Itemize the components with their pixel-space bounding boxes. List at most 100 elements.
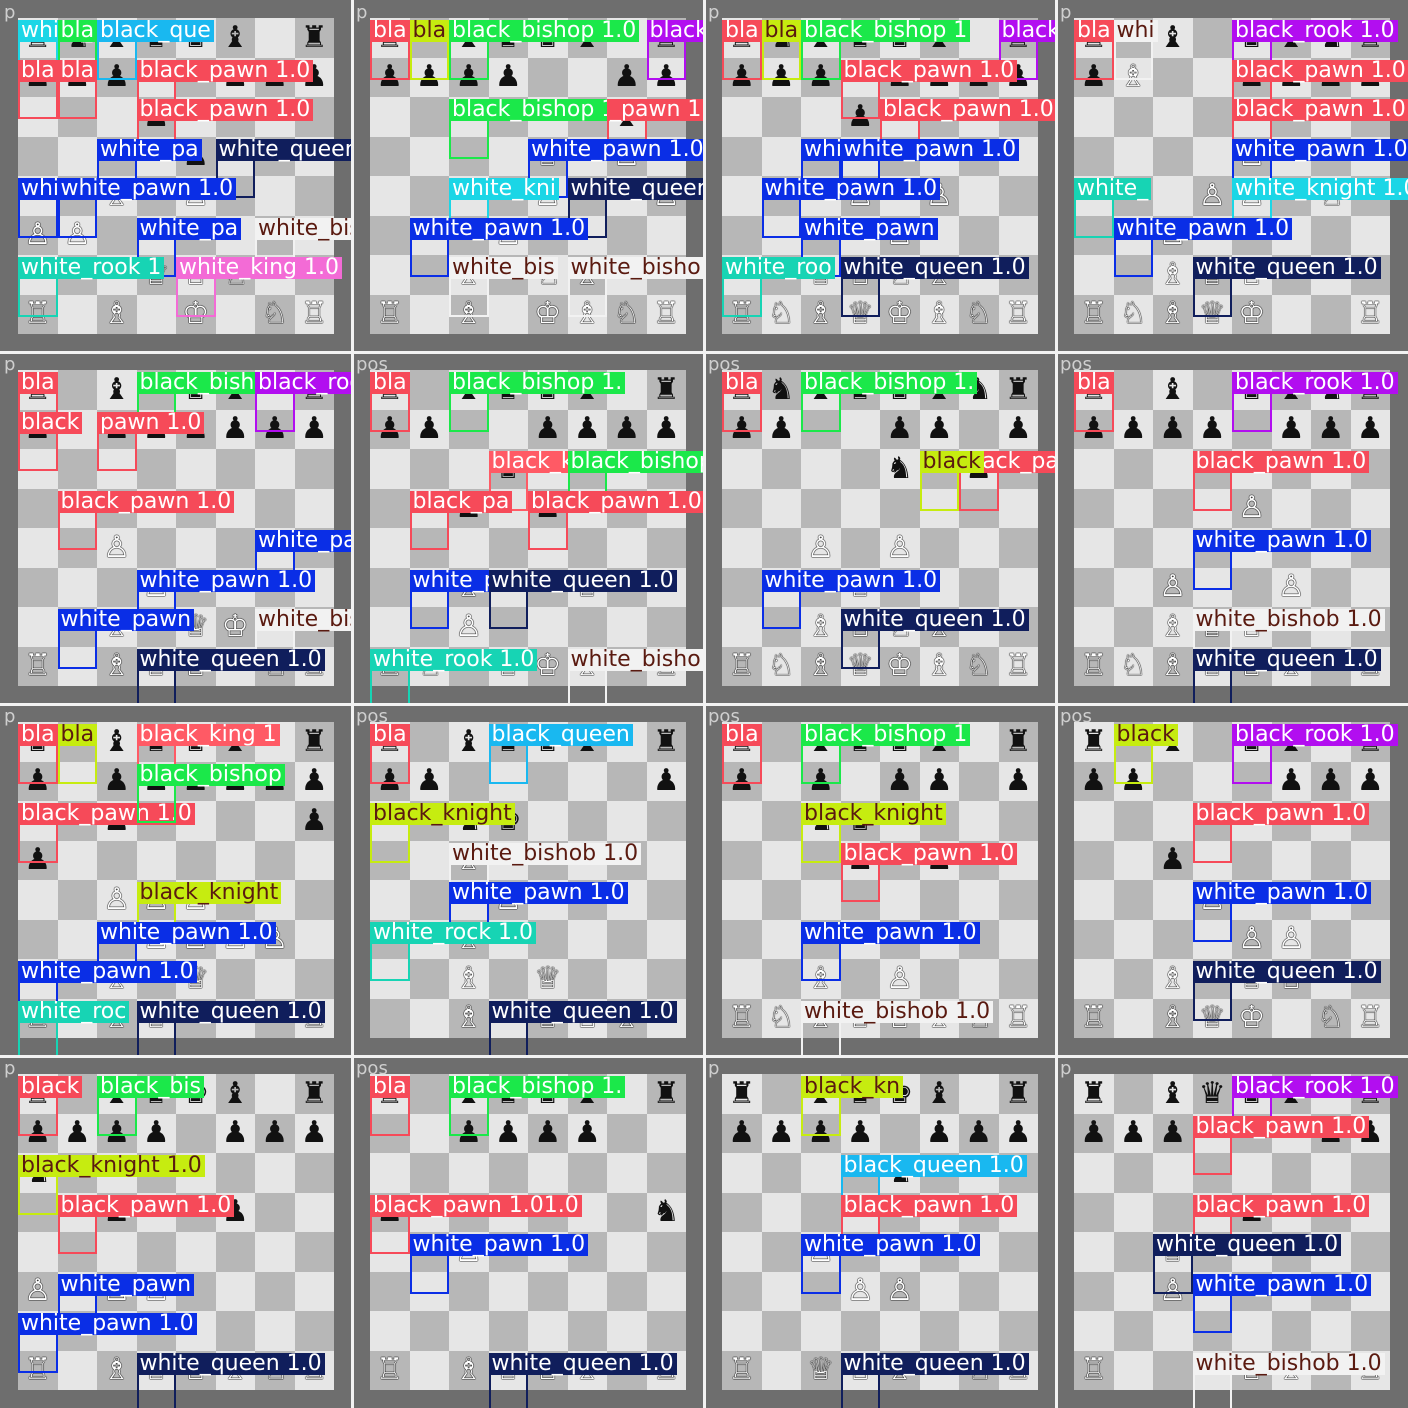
detection-label: black_kn — [801, 1076, 904, 1098]
chess-piece-icon: ♟ — [652, 763, 680, 799]
board-square — [959, 215, 999, 255]
board-square: ♟ — [840, 1113, 880, 1153]
board-square — [761, 722, 801, 762]
board-square — [761, 97, 801, 137]
board-square — [761, 1311, 801, 1351]
detection-box: black_knight 1.0 — [18, 1155, 205, 1215]
detection-label: black_que — [97, 20, 214, 42]
board-square: ♟ — [1350, 761, 1390, 801]
detection-label: black_knight 1.0 — [18, 1155, 205, 1177]
board-square — [567, 528, 607, 568]
detection-box: bla — [57, 59, 98, 119]
board-square: ♟ — [880, 409, 920, 449]
board-square: ♘ — [607, 294, 647, 334]
board-square: ♗ — [801, 294, 841, 334]
chess-piece-icon: ♟ — [494, 59, 522, 95]
board-square — [294, 840, 334, 880]
board-square: ♟ — [294, 1113, 334, 1153]
position-label: p — [708, 1058, 720, 1079]
detection-label: bla — [57, 20, 98, 42]
chess-piece-icon: ♟ — [1080, 763, 1108, 799]
board-square — [722, 801, 762, 841]
board-square: ♘ — [255, 294, 295, 334]
board-square — [1074, 449, 1114, 489]
board-square — [1153, 761, 1193, 801]
detection-label: white_roo — [722, 257, 835, 279]
chess-piece-icon: ♟ — [1004, 763, 1032, 799]
board-square — [567, 919, 607, 959]
board-square — [919, 528, 959, 568]
board-square — [409, 1113, 449, 1153]
position-label: p — [708, 2, 720, 23]
board-square: ♘ — [761, 998, 801, 1038]
board-square — [294, 449, 334, 489]
board-square — [840, 409, 880, 449]
board-square: ♔ — [528, 294, 568, 334]
board-square — [567, 1153, 607, 1193]
detection-box: white_king 1.0 — [176, 257, 342, 317]
detection-label: white_knight 1.0 — [1232, 178, 1408, 200]
chess-piece-icon: ♞ — [886, 450, 914, 486]
detection-label: black_pawn 1.0 — [840, 1194, 1018, 1217]
board-square: ♖ — [1350, 998, 1390, 1038]
board-square: ♗ — [449, 1350, 489, 1390]
chess-piece-icon: ♟ — [300, 763, 328, 799]
board-square — [607, 801, 647, 841]
detection-label: _pawn 1.0 — [607, 99, 704, 121]
board-square: ♘ — [761, 646, 801, 686]
chess-piece-icon: ♗ — [1159, 1000, 1187, 1036]
board-square — [409, 959, 449, 999]
detection-label: white_queen 1.0 — [1192, 257, 1381, 279]
position-label: p — [4, 706, 16, 727]
detection-label: black_rook 1.0 — [1232, 724, 1398, 746]
board-square — [1192, 761, 1232, 801]
board-square — [215, 801, 255, 841]
board-square — [1074, 136, 1114, 176]
board-square — [959, 1074, 999, 1114]
board-square — [409, 449, 449, 489]
detection-label: black_pawn 1.0 — [840, 59, 1018, 82]
detection-box: white_queen 1.0 — [488, 569, 677, 629]
board-square — [409, 294, 449, 334]
board-square — [255, 176, 295, 216]
chess-piece-icon: ♗ — [1159, 296, 1187, 332]
board-square: ♗ — [1153, 255, 1193, 295]
position-label: p — [4, 2, 16, 23]
chess-piece-icon: ♘ — [965, 648, 993, 684]
chess-piece-icon: ♜ — [1080, 1075, 1108, 1111]
chess-piece-icon: ♙ — [886, 960, 914, 996]
detection-box: white_queen 1.0 — [840, 1352, 1029, 1408]
chess-piece-icon: ♜ — [728, 1075, 756, 1111]
board-square: ♟ — [215, 409, 255, 449]
detection-box: black_pawn 1.0 — [840, 842, 1018, 902]
board-square: ♜ — [294, 18, 334, 58]
board-square: ♝ — [215, 1074, 255, 1114]
detection-box: white_pawn 1.0 — [57, 178, 237, 238]
board-square — [840, 761, 880, 801]
board-square — [1113, 998, 1153, 1038]
board-square — [370, 176, 410, 216]
board-square — [840, 488, 880, 528]
board-square: ♛ — [1192, 1074, 1232, 1114]
detection-label: white_pawn 1.0 — [1192, 530, 1372, 552]
detection-label: black_king 1 — [136, 724, 280, 746]
detection-label: white_pawn — [57, 609, 195, 631]
detection-box: white_pawn 1.0 — [1113, 217, 1293, 277]
detection-label: bla — [370, 724, 410, 746]
board-square — [488, 1271, 528, 1311]
chess-piece-icon: ♟ — [1277, 411, 1305, 447]
board-square: ♗ — [919, 646, 959, 686]
position-label: p — [1060, 1058, 1072, 1079]
board-square — [722, 880, 762, 920]
detection-label: white_bisho — [567, 648, 704, 671]
detection-box: white_queen 1.0 — [488, 1352, 677, 1408]
chess-piece-icon: ♝ — [221, 1075, 249, 1111]
chess-piece-icon: ♙ — [1198, 177, 1226, 213]
detection-label: white_pawn 1.0 — [1113, 217, 1293, 240]
board-square — [840, 959, 880, 999]
board-square: ♝ — [97, 722, 137, 762]
board-square — [646, 1311, 686, 1351]
board-tile: p♜♝♛♚♝♜♟♟♟♟♟♟♟♞♙♙♙♖♕♔♗♘♖black_knblack_qu… — [704, 1056, 1056, 1408]
board-square — [1074, 880, 1114, 920]
board-square: ♙ — [1153, 567, 1193, 607]
